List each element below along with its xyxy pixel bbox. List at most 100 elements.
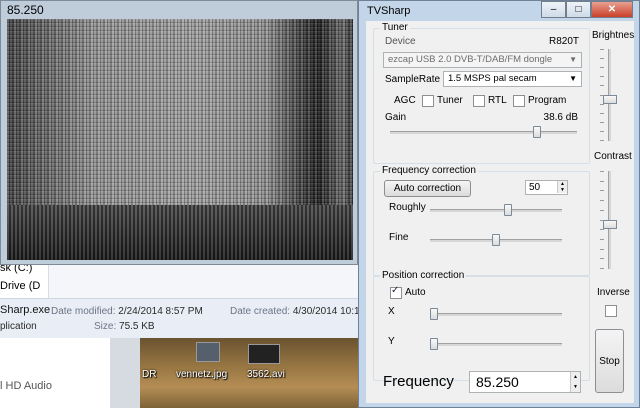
size-label: Size: xyxy=(94,321,117,332)
gain-slider[interactable] xyxy=(390,126,577,138)
close-button[interactable]: ✕ xyxy=(591,1,633,18)
frequency-label: Frequency xyxy=(383,373,454,390)
tuner-group-title: Tuner xyxy=(380,22,410,33)
position-auto-label: Auto xyxy=(405,287,426,298)
frequency-input[interactable]: 85.250 ▲ ▼ xyxy=(469,371,581,393)
roughly-slider-thumb[interactable] xyxy=(504,204,513,216)
slider-tick xyxy=(600,95,604,96)
position-auto-checkbox[interactable] xyxy=(390,285,402,299)
tuner-group: Tuner Device R820T ezcap USB 2.0 DVB-T/D… xyxy=(373,22,590,164)
slider-tick xyxy=(600,258,604,259)
slider-tick xyxy=(600,268,604,269)
device-select-value: ezcap USB 2.0 DVB-T/DAB/FM dongle xyxy=(388,54,553,65)
x-slider-thumb[interactable] xyxy=(430,308,438,320)
maximize-icon: □ xyxy=(575,4,582,15)
slider-tick xyxy=(600,181,604,182)
desktop-icon-label[interactable]: DR xyxy=(142,369,156,380)
frequency-value: 85.250 xyxy=(476,374,519,390)
gain-label: Gain xyxy=(385,112,407,123)
samplerate-label: SampleRate xyxy=(385,74,441,85)
contrast-slider[interactable] xyxy=(599,171,619,269)
gain-slider-thumb[interactable] xyxy=(533,126,542,138)
y-position-slider[interactable] xyxy=(430,338,562,350)
agc-program-checkbox[interactable] xyxy=(513,95,525,107)
frequency-correction-spinner[interactable]: 50 ▲ ▼ xyxy=(525,180,568,195)
desktop-icon-label[interactable]: 3562.avi xyxy=(247,369,285,380)
fine-label: Fine xyxy=(389,232,409,243)
gain-slider-track xyxy=(390,131,577,134)
inverse-checkbox[interactable] xyxy=(605,305,617,317)
slider-tick xyxy=(600,210,604,211)
minimize-icon: – xyxy=(550,4,557,15)
spin-down-icon[interactable]: ▼ xyxy=(570,382,580,392)
fine-slider[interactable] xyxy=(430,234,562,246)
slider-tick xyxy=(600,140,604,141)
window-title: TVSharp xyxy=(367,5,411,17)
slider-tick xyxy=(600,229,604,230)
y-slider-track xyxy=(430,343,562,346)
brightness-label: Brightnes xyxy=(592,30,635,41)
slider-tick xyxy=(600,171,604,172)
nav-item-drive-d[interactable]: Drive (D xyxy=(0,280,40,292)
slider-tick xyxy=(600,190,604,191)
slider-tick xyxy=(600,85,604,86)
contrast-label: Contrast xyxy=(594,151,632,162)
spin-down-icon[interactable]: ▼ xyxy=(557,187,567,193)
slider-tick xyxy=(600,67,604,68)
x-label: X xyxy=(388,306,395,317)
slider-tick xyxy=(600,122,604,123)
stop-button[interactable]: Stop xyxy=(595,329,624,393)
auto-correction-button[interactable]: Auto correction xyxy=(384,180,471,197)
spin-up-icon[interactable]: ▲ xyxy=(570,372,580,382)
agc-tuner-checkbox[interactable] xyxy=(422,95,434,107)
minimize-button[interactable]: – xyxy=(541,1,566,18)
date-modified-label: Date modified: xyxy=(51,306,116,317)
roughly-slider-track xyxy=(430,209,562,212)
slider-tick xyxy=(600,76,604,77)
tv-video-display xyxy=(7,19,353,260)
chevron-down-icon: ▼ xyxy=(569,55,577,64)
fine-slider-thumb[interactable] xyxy=(492,234,500,246)
desktop-icon-label[interactable]: vennetz.jpg xyxy=(176,369,227,380)
slider-tick xyxy=(600,113,604,114)
frequency-correction-title: Frequency correction xyxy=(380,165,478,176)
slider-tick xyxy=(600,49,604,50)
tvsharp-client: Tuner Device R820T ezcap USB 2.0 DVB-T/D… xyxy=(366,21,634,403)
position-correction-group: Position correction Auto X Y xyxy=(373,270,590,381)
date-created-value: 4/30/2014 10:12 xyxy=(292,306,366,317)
details-pane: Sharp.exe plication Date modified: 2/24/… xyxy=(0,298,365,339)
samplerate-select-value: 1.5 MSPS pal secam xyxy=(448,73,537,84)
frequency-correction-value: 50 xyxy=(529,182,541,193)
chevron-down-icon: ▼ xyxy=(569,74,577,83)
agc-rtl-checkbox[interactable] xyxy=(473,95,485,107)
brightness-slider-thumb[interactable] xyxy=(603,94,617,104)
agc-label: AGC xyxy=(394,95,416,106)
frequency-correction-group: Frequency correction Auto correction 50 … xyxy=(373,165,590,276)
maximize-button[interactable]: □ xyxy=(566,1,591,18)
video-noise-band xyxy=(7,205,353,260)
nav-item-hd-audio[interactable]: l HD Audio xyxy=(0,380,52,392)
brightness-slider[interactable] xyxy=(599,49,619,141)
slider-tick xyxy=(600,131,604,132)
desktop-background: DR vennetz.jpg 3562.avi xyxy=(140,338,360,408)
gain-value: 38.6 dB xyxy=(543,112,578,123)
inverse-label: Inverse xyxy=(597,287,630,298)
video-window-title: 85.250 xyxy=(7,3,44,17)
device-select[interactable]: ezcap USB 2.0 DVB-T/DAB/FM dongle ▼ xyxy=(383,52,582,68)
image-file-icon[interactable] xyxy=(196,342,220,362)
samplerate-select[interactable]: 1.5 MSPS pal secam ▼ xyxy=(443,71,582,87)
close-icon: ✕ xyxy=(607,4,617,15)
file-name: Sharp.exe xyxy=(0,304,51,316)
agc-tuner-label: Tuner xyxy=(437,95,463,106)
slider-tick xyxy=(600,200,604,201)
explorer-scroll-strip xyxy=(110,338,140,408)
contrast-slider-thumb[interactable] xyxy=(603,219,617,229)
x-position-slider[interactable] xyxy=(430,308,562,320)
slider-tick xyxy=(600,104,604,105)
video-file-icon[interactable] xyxy=(248,344,280,364)
video-window[interactable]: 85.250 xyxy=(0,0,358,265)
y-slider-thumb[interactable] xyxy=(430,338,438,350)
size-value: 75.5 KB xyxy=(119,321,155,332)
explorer-lower-pane: l HD Audio xyxy=(0,338,110,408)
roughly-slider[interactable] xyxy=(430,204,562,216)
